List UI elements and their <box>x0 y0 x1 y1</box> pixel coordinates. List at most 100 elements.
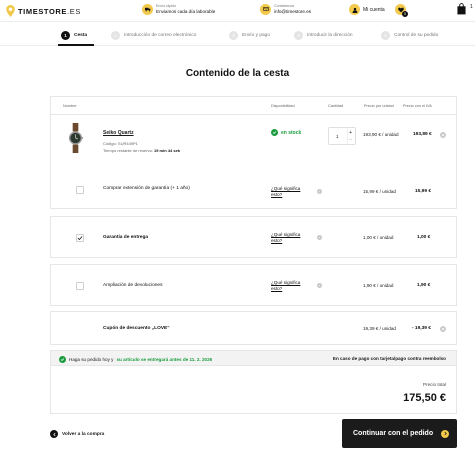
account-link[interactable]: Mi cuenta <box>349 4 385 15</box>
back-label: Volver a la compra <box>62 431 105 437</box>
step-number: 1 <box>61 31 70 40</box>
delivery-guarantee-checkbox[interactable] <box>76 234 84 242</box>
warranty-extension-unit-price: 15,99 € / unidad <box>363 189 396 194</box>
step-label: Introducción de correo electrónico <box>124 33 197 38</box>
contact-email: info@timestore.es <box>274 9 312 14</box>
warranty-extension-info-link[interactable]: ¿Qué significa esto? <box>271 186 311 197</box>
step-basket[interactable]: 1 Cesta <box>61 31 87 40</box>
remove-coupon-button[interactable] <box>440 326 446 332</box>
total-amount: 175,50 € <box>403 392 446 404</box>
logo-pin-icon <box>6 5 15 17</box>
brand-name: TIMESTORE.ES <box>18 6 81 16</box>
order-total-box: Precio total 175,50 € <box>50 366 457 414</box>
shipping-big-text: Enviamos cada día laborable <box>156 9 216 14</box>
step-number: 4 <box>294 31 303 40</box>
step-number: 5 <box>381 31 390 40</box>
total-label: Precio total <box>423 382 446 387</box>
cart-icon[interactable] <box>457 3 466 15</box>
truck-icon <box>142 3 153 15</box>
step-review: 5 Control de su pedido <box>381 31 438 40</box>
close-icon <box>441 327 445 331</box>
product-row: Seiko Quartz Código: SUR449P1 Tiempo res… <box>50 114 457 209</box>
quantity-stepper[interactable]: 1 + − <box>328 127 356 145</box>
coupon-unit-price: 19,39 € / unidad <box>363 326 396 331</box>
arrow-right-icon <box>441 429 450 438</box>
user-icon <box>349 4 360 15</box>
shipping-info: Envío rápido Enviamos cada día laborable <box>142 3 215 15</box>
returns-extension-info-link[interactable]: ¿Qué significa esto? <box>271 280 311 291</box>
delivery-estimate-bar: Haga su pedido hoy y su artículo se entr… <box>50 350 457 366</box>
check-circle-icon <box>59 356 66 363</box>
info-plus-icon[interactable]: + <box>317 189 322 194</box>
returns-extension-total: 1,90 € <box>417 283 431 288</box>
brand-logo[interactable]: TIMESTORE.ES <box>6 4 81 18</box>
step-label: Envío y pago <box>242 33 271 38</box>
step-address: 4 Introducir la dirección <box>294 31 353 40</box>
delivery-guarantee-unit-price: 1,00 € / unidad <box>363 235 394 240</box>
step-label: Introducir la dirección <box>307 33 353 38</box>
reservation-time: 19 min 44 sek <box>154 148 181 153</box>
coupon-total: - 19,39 € <box>412 326 431 331</box>
product-unit-price: 193,90 € / unidad <box>363 132 399 137</box>
account-label: Mi cuenta <box>363 6 385 13</box>
warranty-extension-total: 15,99 € <box>415 189 432 194</box>
header-availability: Disponibilidad <box>271 104 295 108</box>
reservation-label: Tiempo restante de reserva: <box>103 148 153 153</box>
check-circle-icon <box>271 129 278 136</box>
contact-info[interactable]: Contáctenos info@timestore.es <box>260 3 311 15</box>
cart-count: 1 <box>470 4 473 10</box>
returns-extension-checkbox[interactable] <box>76 282 84 290</box>
coupon-label: Cupón de descuento „LOVE“ <box>103 326 170 331</box>
delivery-guarantee-info-link[interactable]: ¿Qué significa esto? <box>271 232 311 243</box>
quantity-value[interactable]: 1 <box>336 134 339 139</box>
favorites-count-badge: 0 <box>402 11 408 17</box>
header-unit-price: Precio por unidad <box>364 104 394 108</box>
favorites-button[interactable]: 0 <box>395 4 408 17</box>
info-plus-icon[interactable]: + <box>317 283 322 288</box>
returns-extension-row: Ampliación de devoluciones ¿Qué signific… <box>50 264 457 306</box>
step-number: 3 <box>229 31 238 40</box>
step-label: Cesta <box>74 33 88 38</box>
delivery-guarantee-label: Garantía de entrega <box>103 235 149 240</box>
quantity-decrease-button[interactable]: − <box>349 137 352 143</box>
delivery-date: su artículo se entregará antes de 11. 2.… <box>116 357 213 362</box>
quantity-divider <box>347 128 348 144</box>
top-header: TIMESTORE.ES Envío rápido Enviamos cada … <box>0 0 475 22</box>
delivery-guarantee-row: Garantía de entrega ¿Qué significa esto?… <box>50 216 457 258</box>
info-plus-icon[interactable]: + <box>317 235 322 240</box>
reservation-timer: Tiempo restante de reserva: 19 min 44 se… <box>103 148 183 153</box>
watch-product-image[interactable] <box>68 123 83 153</box>
continue-order-button[interactable]: Continuar con el pedido <box>342 419 457 448</box>
warranty-extension-label: Comprar extensión de garantía (+ 1 año) <box>103 186 190 191</box>
step-label: Control de su pedido <box>394 33 439 38</box>
warranty-extension-checkbox[interactable] <box>76 186 84 194</box>
delivery-estimate: Haga su pedido hoy y su artículo se entr… <box>59 356 212 363</box>
header-vat-price: Precio con el IVA <box>403 104 432 108</box>
returns-extension-unit-price: 1,90 € / unidad <box>363 283 394 288</box>
active-step-indicator <box>58 44 94 46</box>
returns-extension-label: Ampliación de devoluciones <box>103 283 163 288</box>
stock-status: en stock <box>271 129 301 136</box>
coupon-row: Cupón de descuento „LOVE“ 19,39 € / unid… <box>50 311 457 345</box>
step-email: 2 Introducción de correo electrónico <box>111 31 196 40</box>
checkmark-icon <box>77 236 83 241</box>
step-number: 2 <box>111 31 120 40</box>
product-name-link[interactable]: Seiko Quartz <box>103 130 134 136</box>
arrow-left-icon <box>50 430 58 438</box>
table-header: Nombre Disponibilidad Cantidad Precio po… <box>50 96 457 114</box>
mail-icon <box>260 3 271 15</box>
page-title: Contenido de la cesta <box>185 68 290 79</box>
quantity-increase-button[interactable]: + <box>349 130 352 136</box>
continue-label: Continuar con el pedido <box>353 430 434 437</box>
remove-item-button[interactable] <box>440 132 446 138</box>
header-quantity: Cantidad <box>328 104 344 108</box>
delivery-prefix: Haga su pedido hoy y <box>69 357 114 362</box>
header-name: Nombre <box>63 104 77 108</box>
close-icon <box>441 133 445 137</box>
back-to-shop-link[interactable]: Volver a la compra <box>50 430 104 438</box>
product-total-price: 193,89 € <box>413 132 432 137</box>
delivery-guarantee-total: 1,00 € <box>417 235 431 240</box>
checkout-steps: 1 Cesta 2 Introducción de correo electró… <box>0 26 475 46</box>
product-code: Código: SUR449P1 <box>103 141 138 146</box>
stock-label: en stock <box>281 129 302 136</box>
